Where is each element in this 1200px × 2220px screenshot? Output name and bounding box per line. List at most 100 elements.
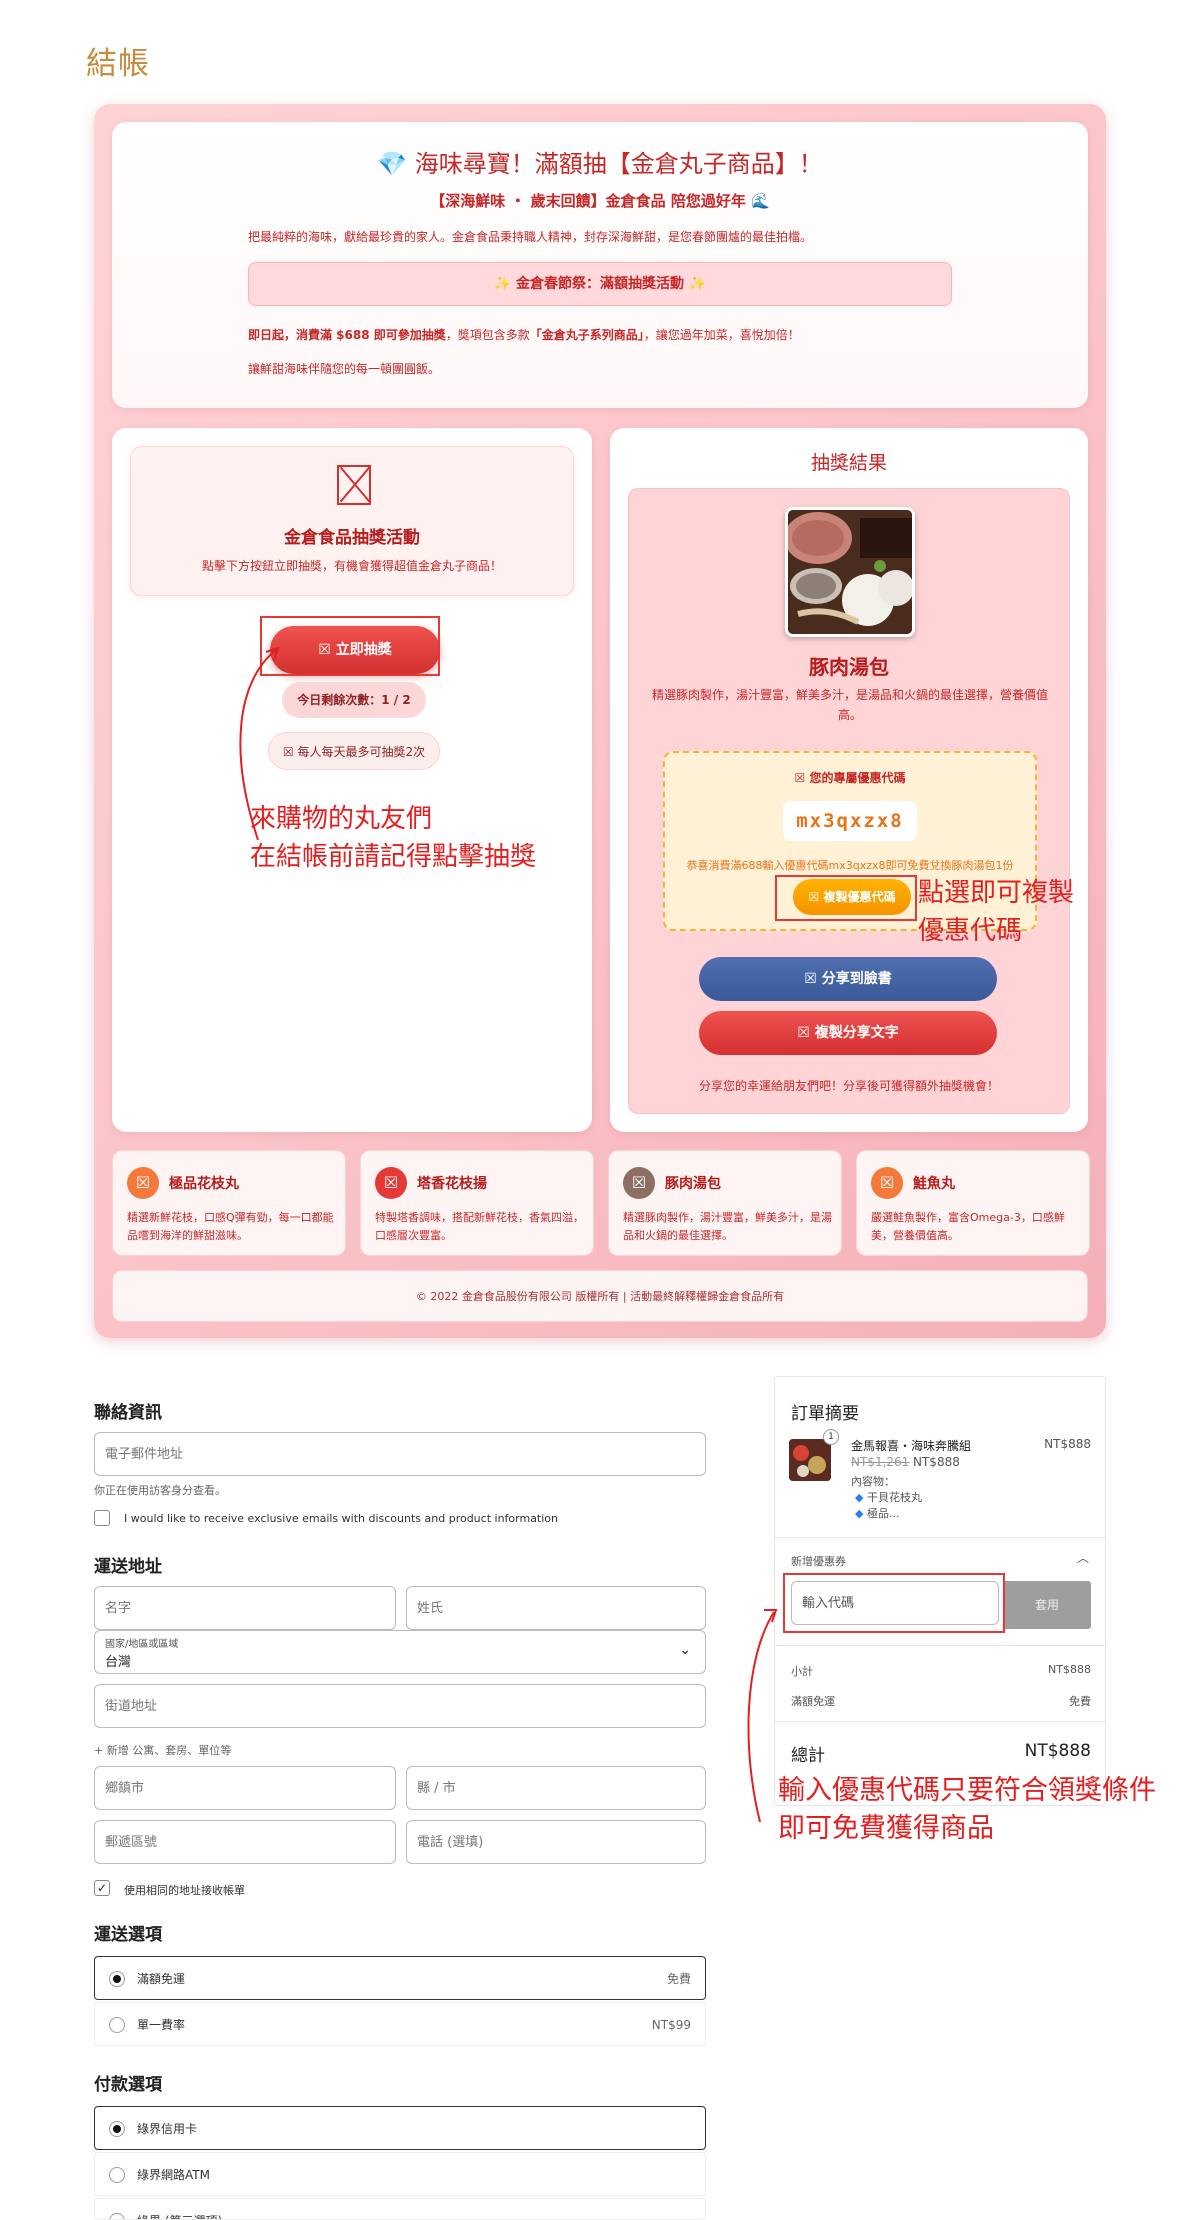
last-name-field[interactable]: 姓氏 [406,1586,706,1630]
lucky-draw-title: 金倉食品抽獎活動 [284,528,420,548]
lucky-draw-card: 金倉食品抽獎活動 點擊下方按鈕立即抽獎，有機會獲得超值金倉丸子商品！ ☒ 立即抽… [112,428,592,1132]
street-field[interactable]: 街道地址 [94,1684,706,1728]
rule-strong: 即日起，消費滿 $688 即可參加抽獎 [248,328,446,342]
total-label: 總計 [791,1746,825,1766]
email-field[interactable]: 電子郵件地址 [94,1432,706,1476]
same-billing-label: 使用相同的地址接收帳單 [124,1884,245,1897]
promo-banner: ✨ 金倉春節祭：滿額抽獎活動 ✨ [248,262,952,306]
radio-icon [109,2167,125,2183]
product-desc: 精選豚肉製作，湯汁豐富，鮮美多汁，是湯品和火鍋的最佳選擇，營養價值高。 [651,688,1048,722]
lucky-draw-header: 金倉食品抽獎活動 點擊下方按鈕立即抽獎，有機會獲得超值金倉丸子商品！ [130,446,574,596]
subtotal-label: 小計 [791,1665,813,1678]
town-field[interactable]: 鄉鎮市 [94,1766,396,1810]
payment-title: 付款選項 [94,2075,162,2095]
annotation-left-line1: 來購物的丸友們 [250,804,433,834]
copy-button-highlight [775,875,917,921]
ship-option-free[interactable]: 滿額免運 免費 [94,1956,706,2000]
feature-desc: 嚴選鮭魚製作，富含Omega-3，口感鮮美，營養價值高。 [871,1211,1065,1242]
add-apt-link[interactable]: + 新增 公寓、套房、單位等 [94,1742,231,1758]
radio-icon [109,2017,125,2033]
radio-icon [109,2213,125,2219]
chevron-down-icon: ⌄ [679,1642,691,1658]
annotation-coupon-line2: 即可免費獲得商品 [778,1813,994,1844]
feature-desc: 精選新鮮花枝，口感Q彈有勁，每一口都能品嚐到海洋的鮮甜滋味。 [127,1211,334,1242]
feature-name: 極品花枝丸 [169,1176,239,1192]
product-name: 豚肉湯包 [809,655,889,679]
item-price: NT$888 [1044,1437,1091,1451]
annotation-copy-line2: 優惠代碼 [918,916,1023,946]
draw-result-title: 抽獎結果 [810,452,887,474]
summary-title: 訂單摘要 [791,1404,859,1424]
pay-option-third[interactable]: 綠界 (第三選項) [94,2198,706,2220]
product-icon: ☒ [871,1167,903,1199]
newsletter-checkbox[interactable] [94,1510,110,1526]
ship-options-title: 運送選項 [94,1925,162,1945]
product-thumbnail [789,1439,831,1481]
feature-card: ☒ 豚肉湯包 精選豚肉製作，湯汁豐富，鮮美多汁，是湯品和火鍋的最佳選擇。 [608,1150,842,1256]
divider [775,1537,1105,1538]
coupon-section-label[interactable]: 新增優惠券 [791,1553,846,1569]
pay-third-label: 綠界 (第三選項) [137,2199,222,2219]
pay-atm-label: 綠界網路ATM [137,2168,210,2182]
share-facebook-button[interactable]: ☒ 分享到臉書 [699,957,997,1001]
coupon-input-highlight [783,1573,1005,1633]
pay-option-atm[interactable]: 綠界網路ATM [94,2152,706,2196]
annotation-coupon: 輸入優惠代碼只要符合領獎條件 即可免費獲得商品 [778,1772,1156,1848]
total-value: NT$888 [1024,1741,1091,1761]
broken-image-icon [337,465,371,505]
feature-card: ☒ 塔香花枝揚 特製塔香調味，搭配新鮮花枝，香氣四溢，口感層次豐富。 [360,1150,594,1256]
chevron-up-icon[interactable]: ︿ [1077,1549,1089,1566]
copy-share-text-button[interactable]: ☒ 複製分享文字 [699,1011,997,1055]
newsletter-label: I would like to receive exclusive emails… [124,1512,559,1525]
apply-coupon-button[interactable]: 套用 [1003,1581,1091,1629]
annotation-copy-line1: 點選即可複製 [918,878,1075,908]
radio-icon [109,2121,125,2137]
content-item-1: 干貝花枝丸 [866,1491,922,1504]
subtotal-value: NT$888 [1048,1663,1091,1676]
radio-icon [109,1971,125,1987]
promo-footer: © 2022 金倉食品股份有限公司 版權所有 | 活動最終解釋權歸金倉食品所有 [112,1270,1088,1322]
promo-title: 💎 海味尋寶！滿額抽【金倉丸子商品】！ [377,150,823,178]
lucky-draw-desc: 點擊下方按鈕立即抽獎，有機會獲得超值金倉丸子商品！ [201,559,502,573]
pay-option-card[interactable]: 綠界信用卡 [94,2106,706,2150]
product-photo [785,507,915,637]
draw-result-panel: 豚肉湯包 精選豚肉製作，湯汁豐富，鮮美多汁，是湯品和火鍋的最佳選擇，營養價值高。… [628,488,1070,1114]
coupon-code[interactable]: mx3qxzx8 [783,801,917,841]
feature-desc: 精選豚肉製作，湯汁豐富，鮮美多汁，是湯品和火鍋的最佳選擇。 [623,1211,832,1242]
county-field[interactable]: 縣 / 市 [406,1766,706,1810]
pay-card-label: 綠界信用卡 [137,2122,198,2136]
first-name-field[interactable]: 名字 [94,1586,396,1630]
phone-field[interactable]: 電話 (選填) [406,1820,706,1864]
draw-result-card: 抽獎結果 豚肉湯包 精選豚肉製作，湯汁豐富，鮮美多汁，是湯品和火鍋的最佳選擇，營… [610,428,1088,1132]
shipping-label: 滿額免運 [791,1695,835,1708]
country-value: 台灣 [105,1655,132,1670]
contact-title: 聯絡資訊 [94,1403,162,1423]
product-icon: ☒ [623,1167,655,1199]
ship-flat-price: NT$99 [651,2018,691,2032]
rule-product: 「金倉丸子系列商品」 [529,328,644,342]
country-select[interactable]: 國家/地區或區域 台灣 ⌄ [94,1630,706,1674]
annotation-coupon-line1: 輸入優惠代碼只要符合領獎條件 [778,1775,1156,1806]
guest-note: 你正在使用訪客身分查看。 [94,1484,226,1497]
promo-subtitle: 【深海鮮味 ・ 歲末回饋】金倉食品 陪您過好年 🌊 [430,192,770,210]
promo-rule: 即日起，消費滿 $688 即可參加抽獎，獎項包含多款「金倉丸子系列商品」，讓您過… [248,326,800,343]
shipping-value: 免費 [1069,1695,1091,1708]
page-title: 結帳 [86,46,150,82]
divider [775,1645,1105,1646]
feature-name: 鮭魚丸 [913,1176,955,1192]
annotation-left: 來購物的丸友們 在結帳前請記得點擊抽獎 [250,800,536,876]
product-icon: ☒ [375,1167,407,1199]
remaining-count: 今日剩餘次數：1 / 2 [282,682,426,718]
same-billing-checkbox[interactable]: ✓ [94,1880,110,1896]
shipping-title: 運送地址 [94,1557,162,1577]
annotation-left-line2: 在結帳前請記得點擊抽獎 [250,842,537,872]
rule-end: ，讓您過年加菜，喜悅加倍！ [643,328,800,342]
ship-option-flat[interactable]: 單一費率 NT$99 [94,2002,706,2046]
item-old-price: NT$1,261 [851,1455,910,1469]
feature-card: ☒ 極品花枝丸 精選新鮮花枝，口感Q彈有勁，每一口都能品嚐到海洋的鮮甜滋味。 [112,1150,346,1256]
promo-intro-text: 把最純粹的海味，獻給最珍貴的家人。金倉食品秉持職人精神，封存深海鮮甜，是您春節團… [248,230,813,244]
rule-mid: ，獎項包含多款 [445,328,530,342]
feature-desc: 特製塔香調味，搭配新鮮花枝，香氣四溢，口感層次豐富。 [375,1211,584,1242]
product-icon: ☒ [127,1167,159,1199]
postal-field[interactable]: 郵遞區號 [94,1820,396,1864]
